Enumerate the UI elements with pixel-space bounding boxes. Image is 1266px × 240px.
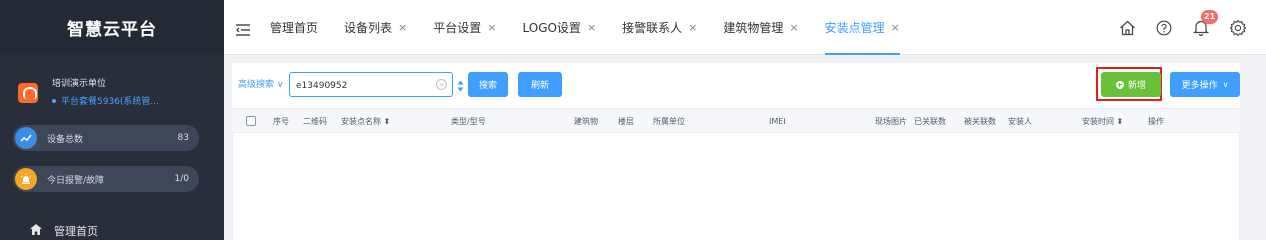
col-label: 安装时间	[1082, 117, 1114, 126]
refresh-button[interactable]: 刷新	[518, 72, 562, 97]
search-button[interactable]: 搜索	[468, 72, 508, 97]
tab-device-list[interactable]: 设备列表 ×	[344, 0, 407, 55]
sidebar-item-home[interactable]: 管理首页	[30, 223, 98, 239]
org-logo-icon	[18, 83, 38, 103]
close-icon[interactable]: ×	[487, 21, 496, 34]
tab-logo-settings[interactable]: LOGO设置 ×	[522, 0, 596, 55]
col-qrcode: 二维码	[303, 117, 327, 126]
alarm-light-icon	[15, 168, 37, 190]
tab-install-point-management[interactable]: 安装点管理 ×	[824, 0, 901, 55]
close-icon[interactable]: ×	[688, 21, 697, 34]
tab-label: 设备列表	[344, 21, 393, 35]
select-all-checkbox[interactable]	[246, 116, 256, 126]
stat-label: 设备总数	[47, 134, 84, 145]
col-install-time[interactable]: 安装时间 ⬍	[1082, 109, 1123, 134]
advanced-search-toggle[interactable]: 高级搜索 ∨	[238, 77, 283, 90]
col-index: 序号	[273, 117, 289, 126]
close-icon[interactable]: ×	[789, 21, 798, 34]
field-selector-icon[interactable]	[457, 77, 464, 92]
org-plan: 平台套餐5936(系统管...	[52, 94, 159, 107]
col-floor: 楼层	[618, 117, 634, 126]
brand-title: 智慧云平台	[0, 0, 224, 55]
header-actions: 21	[1100, 0, 1248, 55]
close-icon[interactable]: ×	[587, 21, 596, 34]
table-header: 序号 二维码 安装点名称 ⬍ 类型/型号 建筑物 楼层 所属单位 IMEI 现场…	[232, 108, 1240, 133]
col-linked-count: 已关联数	[914, 117, 946, 126]
top-bar: 管理首页 设备列表 × 平台设置 × LOGO设置 × 接警联系人 × 建筑物管理 × 安…	[224, 0, 1266, 55]
tab-platform-settings[interactable]: 平台设置 ×	[433, 0, 496, 55]
col-installer: 安装人	[1008, 117, 1032, 126]
col-label: 安装点名称	[341, 117, 381, 126]
notification-badge: 21	[1201, 9, 1219, 24]
add-button[interactable]: 新增	[1101, 72, 1161, 97]
stat-value: 83	[177, 133, 189, 143]
org-plan-label: 平台套餐5936(系统管...	[61, 97, 159, 107]
add-button-label: 新增	[1127, 81, 1146, 91]
col-building: 建筑物	[574, 117, 598, 126]
stat-label: 今日报警/故障	[47, 175, 105, 186]
tab-label: 接警联系人	[622, 21, 683, 35]
table-body	[232, 133, 1240, 240]
toolbar: 高级搜索 ∨ × 搜索 刷新 新增 更多操作 ∨	[232, 63, 1240, 103]
gear-icon[interactable]	[1228, 18, 1248, 38]
chevron-down-icon: ∨	[1222, 80, 1229, 89]
close-icon[interactable]: ×	[398, 21, 407, 34]
menu-fold-icon[interactable]	[236, 21, 250, 36]
stat-alarm-today[interactable]: 今日报警/故障 1/0	[13, 166, 199, 192]
help-icon[interactable]	[1154, 18, 1174, 38]
bell-icon[interactable]: 21	[1191, 9, 1219, 38]
sidebar-item-label: 管理首页	[54, 225, 98, 238]
main-content: 高级搜索 ∨ × 搜索 刷新 新增 更多操作 ∨	[224, 55, 1266, 240]
col-unit: 所属单位	[653, 117, 685, 126]
search-input[interactable]	[290, 74, 420, 98]
stat-device-total[interactable]: 设备总数 83	[13, 125, 199, 151]
sort-icon: ⬍	[1116, 117, 1124, 126]
tab-label: 安装点管理	[824, 21, 885, 35]
tab-bar: 管理首页 设备列表 × 平台设置 × LOGO设置 × 接警联系人 × 建筑物管理 × 安…	[270, 0, 926, 55]
sort-icon: ⬍	[383, 117, 391, 126]
org-name: 培训演示单位	[52, 79, 107, 89]
col-linked-by-count: 被关联数	[964, 117, 996, 126]
install-point-panel: 高级搜索 ∨ × 搜索 刷新 新增 更多操作 ∨	[232, 63, 1240, 240]
tab-label: 建筑物管理	[723, 21, 784, 35]
app-window: 智慧云平台 培训演示单位 平台套餐5936(系统管... 设备总数 83 今日报	[0, 0, 1266, 240]
more-actions-label: 更多操作	[1181, 81, 1218, 91]
col-type-model: 类型/型号	[451, 117, 486, 126]
tab-label: 平台设置	[433, 21, 482, 35]
tab-label: LOGO设置	[522, 21, 581, 35]
col-install-point-name[interactable]: 安装点名称 ⬍	[341, 109, 390, 134]
org-info[interactable]: 培训演示单位 平台套餐5936(系统管...	[18, 73, 159, 107]
plan-dot-icon	[52, 98, 56, 103]
sidebar: 智慧云平台 培训演示单位 平台套餐5936(系统管... 设备总数 83 今日报	[0, 0, 224, 240]
home-icon	[30, 224, 42, 238]
clear-icon[interactable]: ×	[436, 79, 447, 90]
col-actions: 操作	[1148, 117, 1164, 126]
trend-icon	[15, 127, 37, 149]
search-box: ×	[289, 72, 453, 98]
more-actions-button[interactable]: 更多操作 ∨	[1170, 72, 1240, 97]
stat-value: 1/0	[174, 174, 189, 184]
col-imei: IMEI	[769, 117, 786, 126]
close-icon[interactable]: ×	[891, 21, 900, 34]
advanced-search-label: 高级搜索	[238, 80, 275, 90]
tab-home[interactable]: 管理首页	[270, 0, 318, 55]
tab-building-management[interactable]: 建筑物管理 ×	[723, 0, 798, 55]
plus-circle-icon	[1115, 80, 1124, 89]
col-site-photo: 现场图片	[875, 117, 907, 126]
tab-label: 管理首页	[270, 21, 319, 35]
tab-alarm-contacts[interactable]: 接警联系人 ×	[622, 0, 697, 55]
home-icon[interactable]	[1117, 18, 1137, 38]
